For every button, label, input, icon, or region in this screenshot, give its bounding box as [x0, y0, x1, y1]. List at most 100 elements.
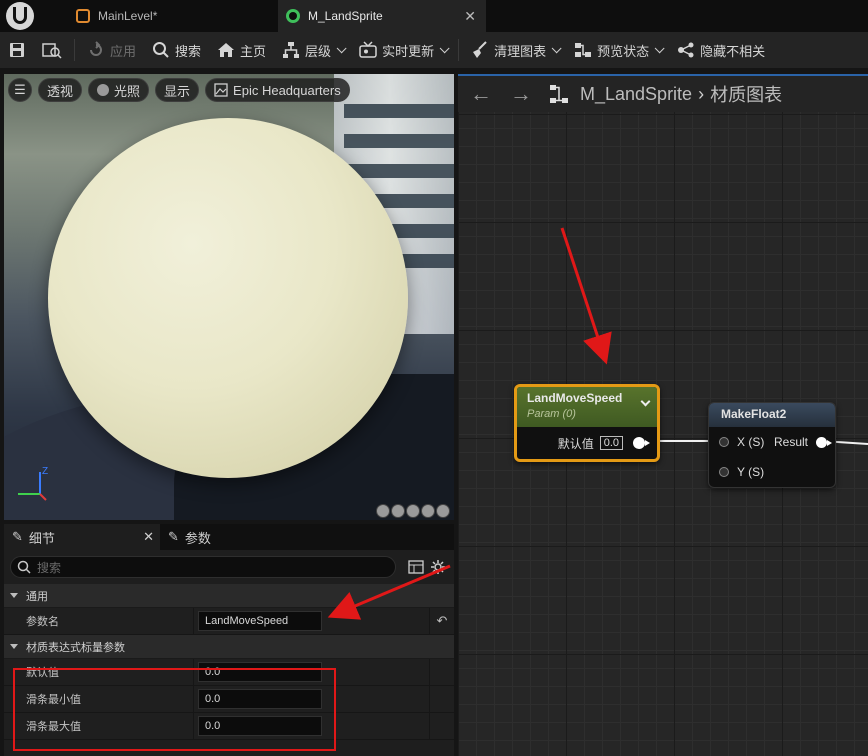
category-general-label: 通用 [26, 590, 48, 603]
unreal-logo-icon[interactable] [6, 2, 34, 30]
level-icon [76, 9, 90, 23]
save-icon [10, 43, 24, 57]
x-pin-label: X (S) [737, 435, 765, 449]
parameter-name-label: 参数名 [4, 608, 194, 634]
plane-icon[interactable] [406, 504, 420, 518]
details-search-row: 搜索 [4, 550, 454, 584]
close-icon[interactable]: ✕ [464, 8, 476, 25]
hierarchy-icon [283, 42, 300, 58]
material-editor-toolbar: 应用 搜索 主页 层级 实时更新 清理图表 预览状态 隐藏不相关 [0, 32, 868, 68]
result-output-pin[interactable] [816, 436, 832, 448]
viewport-menu-button[interactable]: ☰ [8, 78, 32, 102]
lit-sphere-icon [97, 84, 110, 96]
home-icon [218, 43, 235, 57]
y-pin-label: Y (S) [737, 465, 765, 479]
settings-gear-icon[interactable] [430, 559, 446, 575]
y-input-pin[interactable] [719, 467, 729, 477]
environment-button[interactable]: Epic Headquarters [205, 78, 350, 102]
tab-label: MainLevel* [98, 9, 158, 23]
preview-shape-selector [376, 504, 450, 518]
material-graph[interactable]: ← → M_LandSprite › 材质图表 LandMoveSpeed Pa… [458, 74, 868, 756]
perspective-button[interactable]: 透视 [38, 78, 83, 102]
preview-state-label: 预览状态 [597, 43, 650, 59]
teapot-icon[interactable] [436, 504, 450, 518]
param-node-title: LandMoveSpeed [527, 391, 623, 405]
slider-min-input[interactable] [198, 689, 322, 709]
search-placeholder: 搜索 [37, 560, 62, 575]
apply-label: 应用 [110, 43, 137, 59]
sphere-icon[interactable] [391, 504, 405, 518]
reset-arrow-icon[interactable]: ↶ [430, 613, 454, 629]
tab-label: M_LandSprite [308, 9, 383, 23]
param-node-subtitle: Param (0) [527, 408, 576, 420]
live-update-dropdown[interactable]: 实时更新 [351, 37, 454, 63]
tab-main-level[interactable]: MainLevel* [68, 0, 274, 32]
browse-button[interactable] [34, 37, 70, 63]
toolbar-separator [74, 39, 75, 61]
cube-icon[interactable] [421, 504, 435, 518]
live-update-icon [359, 41, 377, 58]
home-label: 主页 [240, 43, 267, 59]
slider-max-input[interactable] [198, 716, 322, 736]
pencil-icon: ✎ [168, 529, 179, 544]
property-slider-min: 滑条最小值 [4, 686, 454, 713]
lit-label: 光照 [114, 83, 141, 99]
clean-graph-label: 清理图表 [494, 43, 547, 59]
browse-icon [42, 43, 62, 59]
tab-details-label: 细节 [28, 530, 55, 546]
hierarchy-dropdown[interactable]: 层级 [274, 37, 351, 63]
property-default-value: 默认值 [4, 659, 454, 686]
node-graph-icon [575, 43, 592, 57]
hierarchy-label: 层级 [305, 43, 332, 59]
category-scalar-label: 材质表达式标量参数 [26, 641, 125, 654]
search-button[interactable]: 搜索 [144, 37, 209, 63]
default-value-label: 默认值 [4, 659, 194, 685]
show-button[interactable]: 显示 [155, 78, 200, 102]
close-icon[interactable]: ✕ [143, 529, 154, 545]
tab-m-landsprite[interactable]: M_LandSprite ✕ [278, 0, 486, 32]
nodes-icon [678, 42, 694, 58]
details-search-input[interactable]: 搜索 [10, 556, 396, 578]
property-slider-max: 滑条最大值 [4, 713, 454, 740]
param-node-default-value[interactable]: 0.0 [599, 436, 623, 450]
param-node-default-label: 默认值 [557, 436, 594, 451]
hide-unrelated-button[interactable]: 隐藏不相关 [669, 37, 773, 63]
slider-min-label: 滑条最小值 [4, 686, 194, 712]
scalar-parameter-node[interactable]: LandMoveSpeed Param (0) 默认值 0.0 [514, 384, 660, 462]
svg-text:Z: Z [42, 466, 48, 477]
parameter-name-input[interactable] [198, 611, 322, 631]
category-scalar-parameter[interactable]: 材质表达式标量参数 [4, 635, 454, 659]
default-value-input[interactable] [198, 662, 322, 682]
makefloat2-node[interactable]: MakeFloat2 X (S) Result Y (S) [708, 402, 836, 488]
apply-icon [90, 41, 102, 56]
hide-unrelated-label: 隐藏不相关 [700, 43, 766, 59]
slider-max-label: 滑条最大值 [4, 713, 194, 739]
viewport-toolbar: ☰ 透视 光照 显示 Epic Headquarters [8, 78, 350, 102]
pencil-icon: ✎ [12, 529, 23, 544]
search-label: 搜索 [175, 43, 202, 59]
x-input-pin[interactable] [719, 437, 729, 447]
table-view-icon[interactable] [408, 559, 424, 575]
clean-graph-dropdown[interactable]: 清理图表 [463, 37, 566, 63]
property-parameter-name: 参数名 ↶ [4, 608, 454, 635]
live-update-label: 实时更新 [382, 43, 435, 59]
result-pin-label: Result [773, 435, 808, 449]
home-button[interactable]: 主页 [209, 37, 274, 63]
cylinder-icon[interactable] [376, 504, 390, 518]
tab-parameters[interactable]: ✎ 参数 [160, 524, 219, 550]
details-panel: ✎ 细节 ✕ ✎ 参数 搜索 通用 参数名 ↶ 材质表达式标量参数 默认值 滑条… [4, 524, 454, 756]
category-general[interactable]: 通用 [4, 584, 454, 608]
details-tabs: ✎ 细节 ✕ ✎ 参数 [4, 524, 454, 550]
hamburger-icon: ☰ [14, 82, 26, 97]
tab-details[interactable]: ✎ 细节 ✕ [4, 524, 160, 550]
save-button[interactable] [0, 37, 34, 63]
lit-button[interactable]: 光照 [88, 78, 150, 102]
preview-viewport[interactable]: ☰ 透视 光照 显示 Epic Headquarters Z [4, 74, 454, 520]
apply-button[interactable]: 应用 [79, 37, 144, 63]
show-label: 显示 [164, 83, 191, 99]
preview-state-dropdown[interactable]: 预览状态 [566, 37, 669, 63]
search-icon [153, 42, 169, 58]
makefloat2-title: MakeFloat2 [709, 403, 835, 427]
environment-label: Epic Headquarters [233, 82, 341, 98]
output-pin[interactable] [633, 437, 650, 449]
